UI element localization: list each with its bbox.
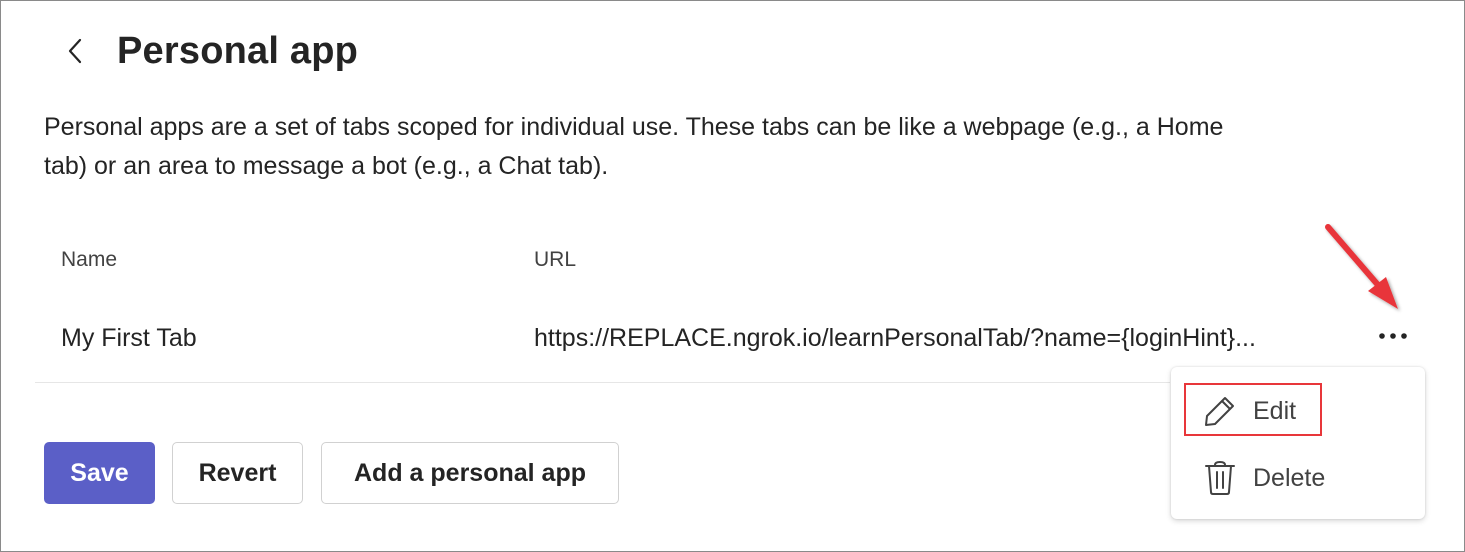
save-button[interactable]: Save <box>44 442 155 504</box>
more-horizontal-icon <box>1379 333 1407 339</box>
chevron-left-icon <box>68 38 82 64</box>
row-more-options-button[interactable] <box>1371 319 1415 353</box>
revert-button[interactable]: Revert <box>172 442 303 504</box>
menu-item-delete-label: Delete <box>1253 463 1326 492</box>
pencil-icon <box>1201 392 1239 430</box>
trash-icon <box>1201 459 1239 497</box>
tab-name-cell: My First Tab <box>61 324 197 352</box>
page-frame: Personal app Personal apps are a set of … <box>0 0 1465 552</box>
column-header-url: URL <box>534 248 577 271</box>
add-personal-app-button[interactable]: Add a personal app <box>321 442 619 504</box>
page-title: Personal app <box>117 30 359 72</box>
table-row-divider <box>35 382 1170 383</box>
menu-item-delete[interactable]: Delete <box>1171 448 1425 508</box>
page-description: Personal apps are a set of tabs scoped f… <box>44 113 1224 180</box>
menu-item-edit[interactable]: Edit <box>1171 381 1425 441</box>
menu-item-edit-label: Edit <box>1253 396 1297 425</box>
back-button[interactable] <box>59 33 91 69</box>
annotation-arrow-icon <box>1325 224 1398 309</box>
row-context-menu: Edit Delete <box>1171 367 1425 519</box>
tab-url-cell: https://REPLACE.ngrok.io/learnPersonalTa… <box>534 324 1256 352</box>
column-header-name: Name <box>61 248 118 271</box>
